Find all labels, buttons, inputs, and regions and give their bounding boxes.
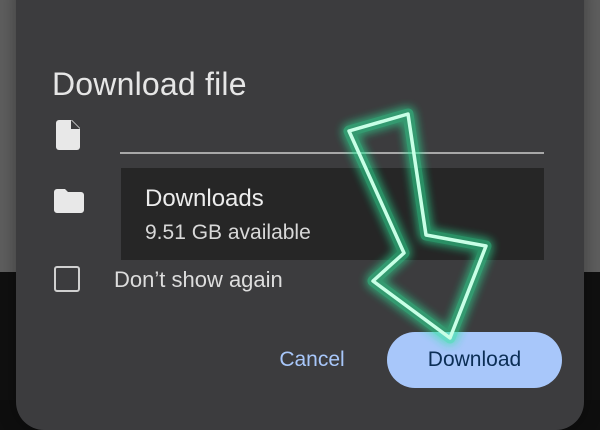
dont-show-again-label[interactable]: Don’t show again — [114, 267, 283, 293]
cancel-button[interactable]: Cancel — [262, 334, 362, 386]
download-location-selector[interactable]: Downloads 9.51 GB available — [121, 168, 544, 260]
folder-icon — [54, 189, 84, 213]
filename-field[interactable] — [120, 118, 544, 154]
dialog-title: Download file — [52, 66, 247, 102]
location-folder-name: Downloads — [145, 185, 264, 212]
file-icon — [56, 120, 80, 150]
dont-show-again-checkbox[interactable] — [54, 266, 80, 292]
location-available-space: 9.51 GB available — [145, 221, 311, 244]
download-button[interactable]: Download — [387, 332, 562, 388]
